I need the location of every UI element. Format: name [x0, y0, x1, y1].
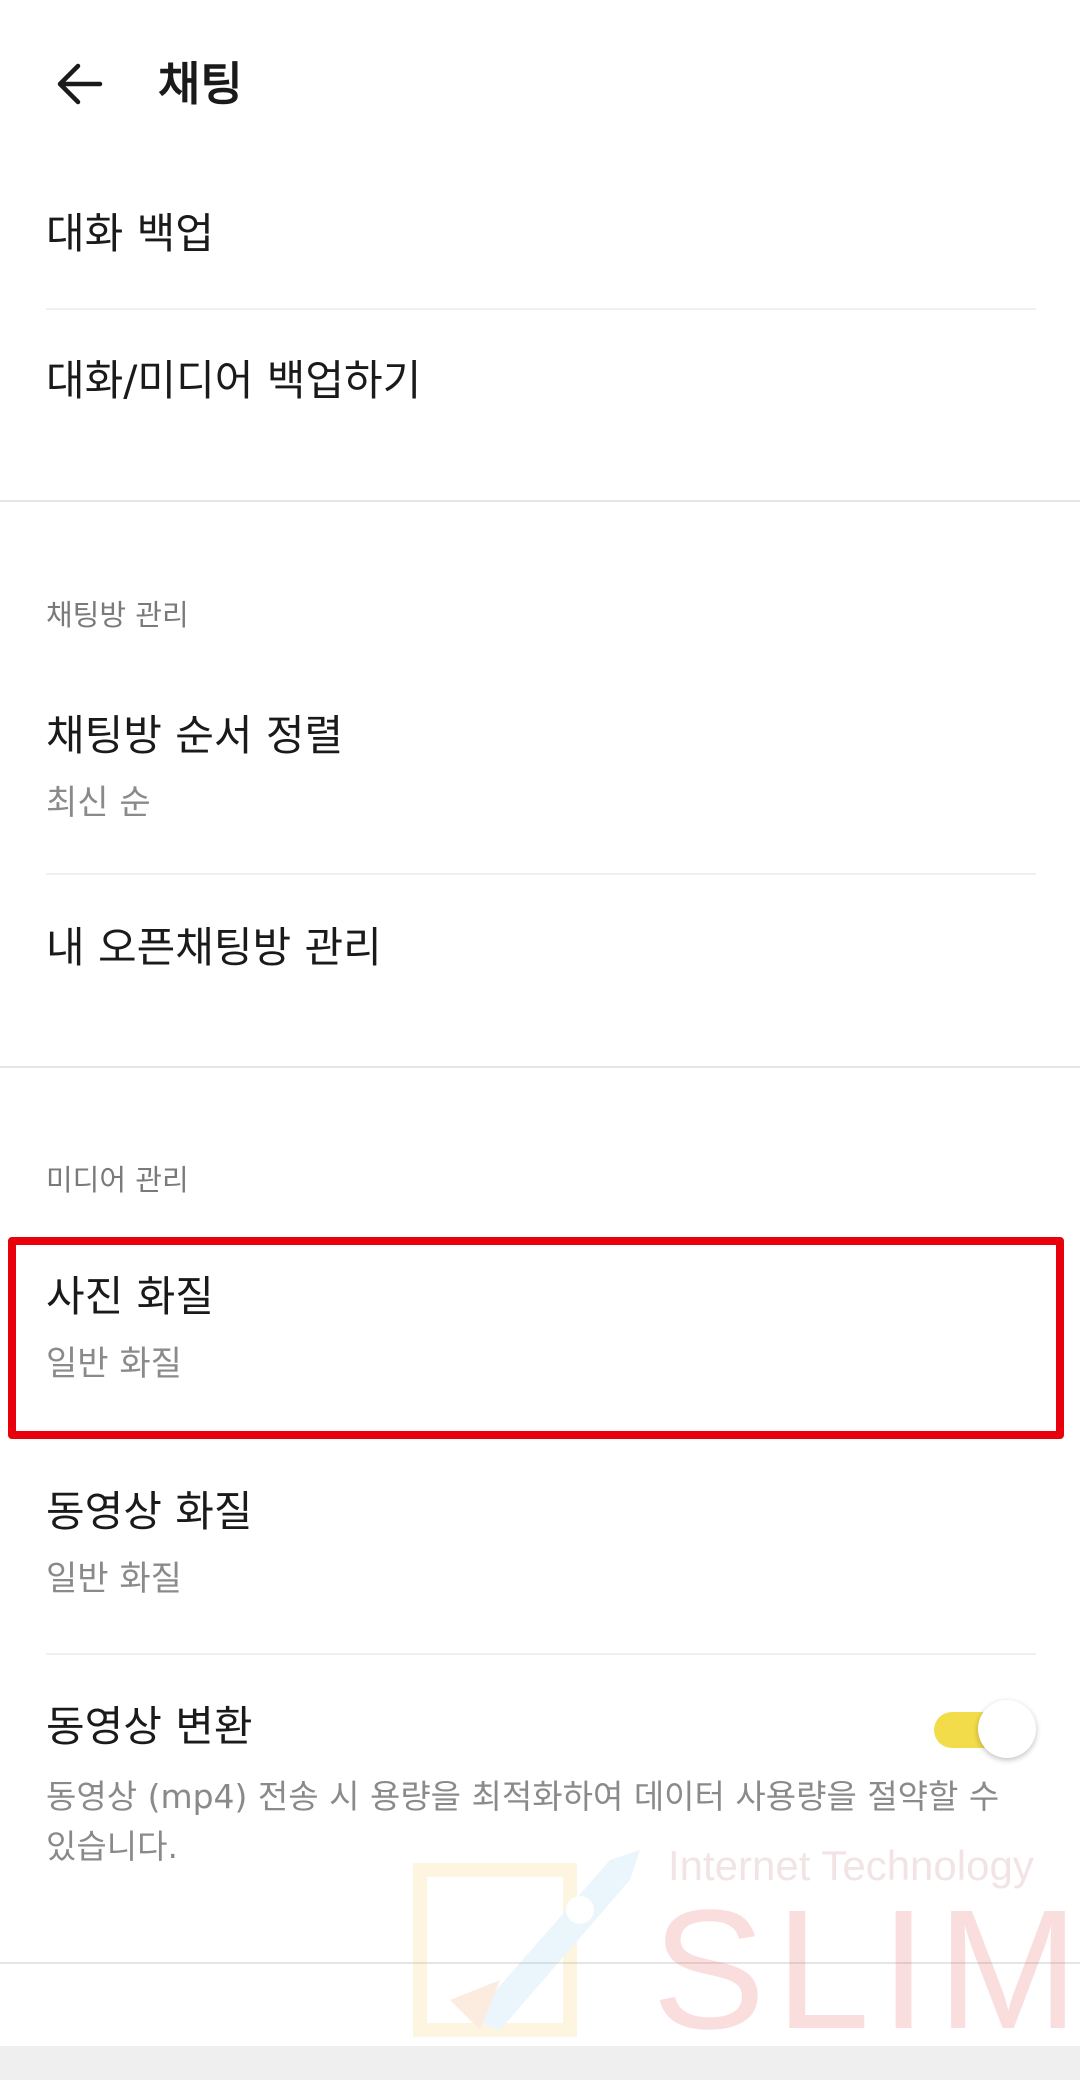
chat-backup-item[interactable]: 대화 백업	[46, 204, 214, 264]
section-header-media: 미디어 관리	[46, 1163, 189, 1197]
back-button[interactable]	[40, 44, 120, 124]
video-convert-label: 동영상 변환	[46, 1702, 253, 1751]
section-divider	[0, 1066, 1080, 1068]
video-convert-description: 동영상 (mp4) 전송 시 용량을 최적화하여 데이터 사용량을 절약할 수 …	[46, 1777, 1000, 1866]
chatroom-sort-label: 채팅방 순서 정렬	[46, 711, 344, 760]
page-title: 채팅	[158, 57, 243, 111]
watermark-big-text: SLIM	[652, 1875, 1080, 2065]
arrow-left-icon	[57, 63, 103, 105]
video-quality-label: 동영상 화질	[46, 1487, 253, 1536]
video-convert-toggle[interactable]	[930, 1698, 1038, 1760]
highlight-box	[8, 1237, 1064, 1439]
divider	[46, 308, 1036, 310]
section-header-chatroom: 채팅방 관리	[46, 598, 189, 632]
chatroom-sort-item[interactable]: 채팅방 순서 정렬 최신 순	[0, 690, 1080, 870]
chatroom-sort-value: 최신 순	[46, 783, 151, 823]
video-quality-item[interactable]: 동영상 화질 일반 화질	[0, 1462, 1080, 1642]
section-divider	[0, 1962, 1080, 1964]
open-chat-manage-item[interactable]: 내 오픈채팅방 관리	[46, 918, 382, 978]
divider	[46, 1653, 1036, 1655]
video-quality-value: 일반 화질	[46, 1559, 182, 1599]
divider	[46, 873, 1036, 875]
toggle-knob	[978, 1700, 1036, 1758]
section-divider	[0, 500, 1080, 502]
chat-media-backup-item[interactable]: 대화/미디어 백업하기	[46, 351, 421, 411]
bottom-bar	[0, 2046, 1080, 2080]
